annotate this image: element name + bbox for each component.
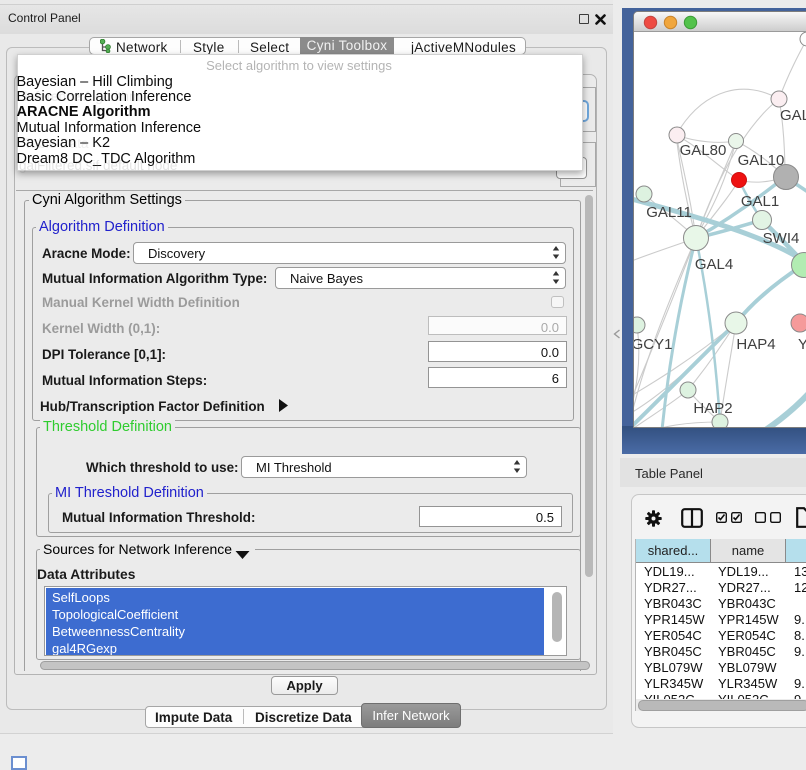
- svg-text:Y: Y: [798, 336, 806, 353]
- svg-text:SWI4: SWI4: [763, 230, 800, 247]
- svg-text:GAL1: GAL1: [741, 193, 779, 210]
- svg-text:GAL2: GAL2: [780, 107, 806, 124]
- svg-text:GCY1: GCY1: [634, 336, 672, 353]
- svg-text:GAL11: GAL11: [646, 204, 692, 221]
- svg-text:HAP2: HAP2: [693, 400, 732, 417]
- svg-text:GAL10: GAL10: [738, 152, 785, 169]
- svg-text:GAL80: GAL80: [680, 142, 727, 159]
- svg-text:GAL4: GAL4: [695, 256, 733, 273]
- svg-text:HAP4: HAP4: [736, 336, 775, 353]
